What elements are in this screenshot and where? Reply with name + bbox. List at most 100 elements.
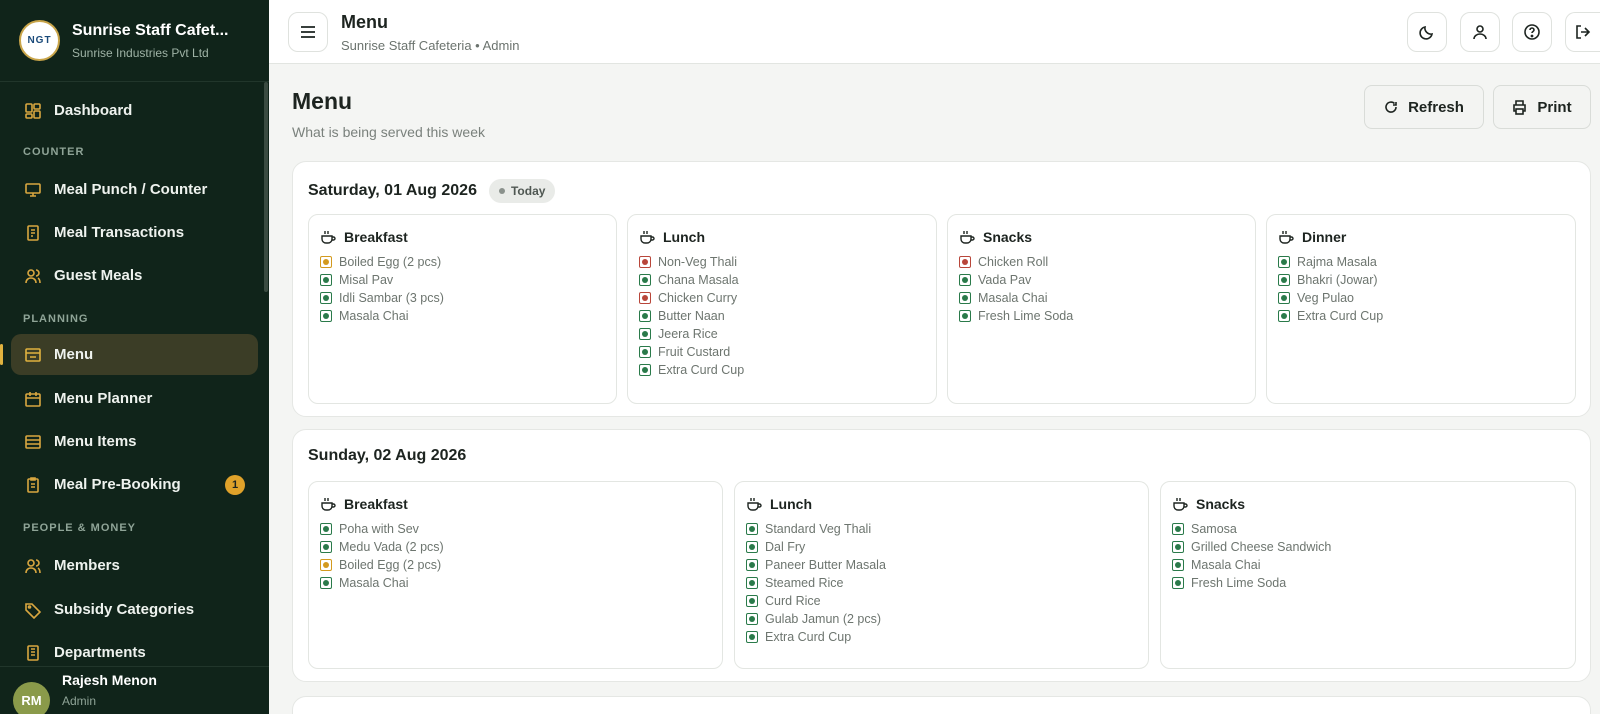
sidebar-item-meal-transactions[interactable]: Meal Transactions	[11, 212, 258, 253]
menu-item-label: Extra Curd Cup	[1297, 309, 1384, 323]
meal-card-lunch: Lunch Standard Veg Thali Dal Fry Paneer Bu…	[734, 481, 1149, 669]
sidebar-item-label: Departments	[54, 644, 146, 661]
menu-item: Masala Chai	[320, 574, 444, 592]
meal-title: Dinner	[1302, 229, 1347, 245]
menu-item: Idli Sambar (3 pcs)	[320, 289, 444, 307]
today-badge: Today	[488, 179, 556, 203]
sidebar-item-label: Meal Punch / Counter	[54, 181, 208, 198]
sidebar-item-subsidy-categories[interactable]: Subsidy Categories	[11, 589, 258, 630]
brand-subtitle: Sunrise Industries Pvt Ltd	[72, 45, 209, 60]
menu-item: Paneer Butter Masala	[746, 556, 886, 574]
sidebar-item-label: Dashboard	[54, 102, 133, 119]
sidebar-item-label: Meal Pre-Booking	[54, 476, 181, 493]
refresh-icon	[1385, 101, 1397, 113]
menu-item: Extra Curd Cup	[639, 361, 744, 379]
sidebar-item-dashboard[interactable]: Dashboard	[11, 90, 258, 131]
cup-icon	[640, 231, 655, 244]
topbar: Menu Sunrise Staff Cafeteria • Admin	[269, 0, 1600, 64]
veg-indicator-icon	[639, 310, 651, 322]
dashboard-icon	[24, 102, 42, 120]
sidebar-item-meal-prebooking[interactable]: Meal Pre-Booking 1	[11, 464, 258, 505]
veg-indicator-icon	[320, 523, 332, 535]
menu-item-label: Extra Curd Cup	[658, 363, 745, 377]
section-counter: COUNTER	[23, 146, 85, 158]
veg-indicator-icon	[1278, 292, 1290, 304]
meal-title: Breakfast	[344, 229, 408, 245]
nonveg-indicator-icon	[959, 256, 971, 268]
veg-indicator-icon	[959, 274, 971, 286]
menu-item-label: Poha with Sev	[339, 522, 419, 536]
help-button[interactable]	[1512, 12, 1552, 52]
user-profile[interactable]: RM Rajesh Menon Admin	[0, 666, 269, 714]
meal-card-dinner: Dinner Rajma Masala Bhakri (Jowar) Veg Pul…	[1266, 214, 1576, 404]
menu-item-label: Masala Chai	[339, 576, 409, 590]
day-card-2: Sunday, 02 Aug 2026 Breakfast Poha with …	[292, 429, 1591, 682]
veg-indicator-icon	[320, 292, 332, 304]
veg-indicator-icon	[746, 631, 758, 643]
hamburger-icon	[301, 26, 315, 38]
tag-icon	[24, 601, 42, 619]
receipt-icon	[24, 224, 42, 242]
meal-title: Lunch	[663, 229, 705, 245]
menu-item: Standard Veg Thali	[746, 520, 886, 538]
meal-items: Non-Veg Thali Chana Masala Chicken Curry Bu…	[639, 253, 744, 379]
meal-card-breakfast: Breakfast Poha with Sev Medu Vada (2 pcs)…	[308, 481, 723, 669]
menu-item: Dal Fry	[746, 538, 886, 556]
veg-indicator-icon	[746, 595, 758, 607]
menu-item: Jeera Rice	[639, 325, 744, 343]
menu-item-label: Grilled Cheese Sandwich	[1191, 540, 1332, 554]
meal-card-lunch: Lunch Non-Veg Thali Chana Masala Chicken C…	[627, 214, 937, 404]
sidebar-item-members[interactable]: Members	[11, 545, 258, 586]
sidebar-item-menu-items[interactable]: Menu Items	[11, 421, 258, 462]
user-icon	[1473, 25, 1487, 40]
sidebar-item-meal-punch[interactable]: Meal Punch / Counter	[11, 169, 258, 210]
veg-indicator-icon	[1172, 577, 1184, 589]
user-role: Admin	[62, 693, 97, 708]
menu-item: Boiled Egg (2 pcs)	[320, 556, 444, 574]
meal-title: Breakfast	[344, 496, 408, 512]
veg-indicator-icon	[746, 559, 758, 571]
theme-toggle-button[interactable]	[1407, 12, 1447, 52]
menu-item-label: Steamed Rice	[765, 576, 844, 590]
sidebar-item-label: Members	[54, 557, 120, 574]
menu-item-label: Bhakri (Jowar)	[1297, 273, 1378, 287]
menu-item-label: Dal Fry	[765, 540, 806, 554]
menu-item: Misal Pav	[320, 271, 444, 289]
profile-button[interactable]	[1460, 12, 1500, 52]
menu-item-label: Masala Chai	[339, 309, 409, 323]
logout-button[interactable]	[1565, 12, 1600, 52]
veg-indicator-icon	[320, 577, 332, 589]
sidebar-item-label: Menu Items	[54, 433, 137, 450]
menu-item: Extra Curd Cup	[1278, 307, 1383, 325]
sidebar-item-menu-planner[interactable]: Menu Planner	[11, 378, 258, 419]
menu-item: Chana Masala	[639, 271, 744, 289]
meal-items: Standard Veg Thali Dal Fry Paneer Butter M…	[746, 520, 886, 646]
logout-icon	[1576, 25, 1591, 39]
veg-indicator-icon	[639, 328, 651, 340]
refresh-button[interactable]: Refresh	[1364, 85, 1484, 129]
hamburger-button[interactable]	[288, 12, 328, 52]
page-subtitle: What is being served this week	[292, 124, 485, 140]
meal-title: Lunch	[770, 496, 812, 512]
menu-item-label: Fresh Lime Soda	[1191, 576, 1287, 590]
menu-item-label: Vada Pav	[978, 273, 1032, 287]
menu-item: Fresh Lime Soda	[1172, 574, 1331, 592]
menu-item-label: Samosa	[1191, 522, 1237, 536]
section-people-money: PEOPLE & MONEY	[23, 522, 137, 534]
sidebar-item-menu[interactable]: Menu	[0, 334, 258, 375]
avatar: RM	[13, 682, 50, 714]
meal-card-snacks: Snacks Chicken Roll Vada Pav Masala Chai Fr…	[947, 214, 1256, 404]
brand: NGT Sunrise Staff Cafet... Sunrise Indus…	[0, 0, 269, 82]
veg-indicator-icon	[746, 541, 758, 553]
menu-item-label: Rajma Masala	[1297, 255, 1377, 269]
menu-item-label: Masala Chai	[1191, 558, 1261, 572]
sidebar-scrollbar[interactable]	[264, 82, 268, 292]
sidebar-item-guest-meals[interactable]: Guest Meals	[11, 255, 258, 296]
members-icon	[24, 557, 42, 575]
cup-icon	[321, 498, 336, 511]
sidebar-nav: Dashboard COUNTER Meal Punch / Counter M…	[0, 82, 269, 673]
print-button[interactable]: Print	[1493, 85, 1591, 129]
veg-indicator-icon	[746, 613, 758, 625]
menu-item-label: Chicken Curry	[658, 291, 738, 305]
cup-icon	[960, 231, 975, 244]
